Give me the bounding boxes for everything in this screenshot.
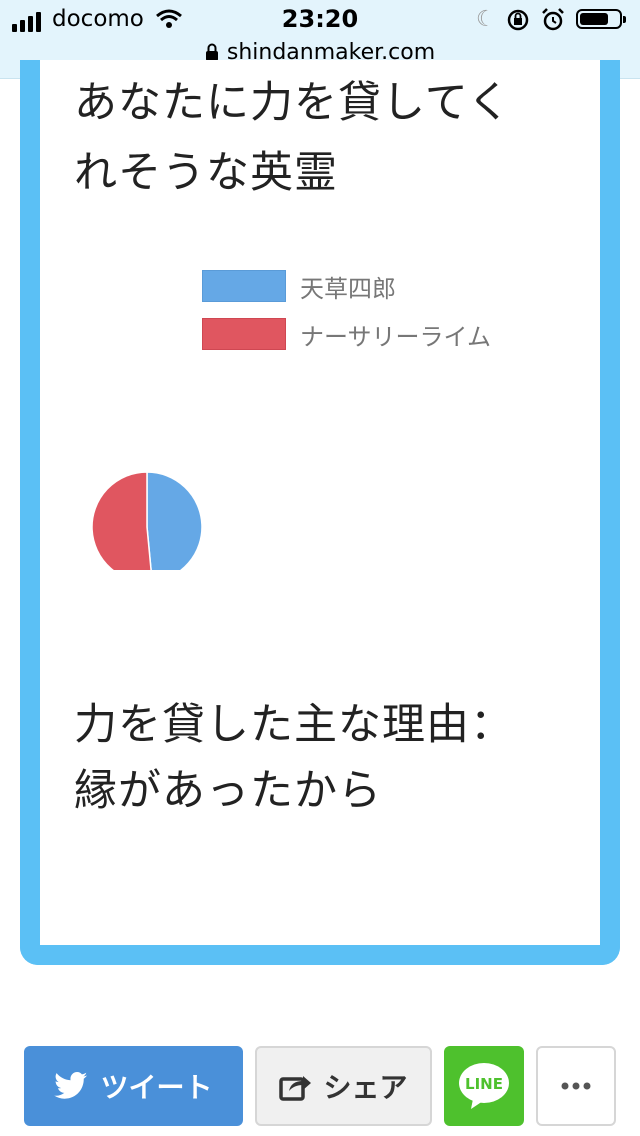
legend-item: ナーサリーライム bbox=[202, 310, 491, 358]
pie-chart bbox=[91, 471, 203, 570]
share-label: シェア bbox=[323, 1071, 408, 1104]
battery-icon bbox=[576, 9, 626, 29]
share-button[interactable]: シェア bbox=[255, 1046, 432, 1126]
line-button[interactable]: LINE bbox=[444, 1046, 524, 1126]
pie-slice-1 bbox=[91, 471, 152, 570]
legend-label: 天草四郎 bbox=[300, 274, 396, 303]
orientation-lock-icon bbox=[506, 8, 530, 36]
more-dots-icon bbox=[561, 1082, 591, 1090]
share-icon bbox=[279, 1076, 312, 1101]
legend-item: 天草四郎 bbox=[202, 262, 491, 310]
tweet-label: ツイート bbox=[100, 1071, 213, 1104]
legend-label: ナーサリーライム bbox=[300, 322, 492, 351]
more-button[interactable] bbox=[536, 1046, 616, 1126]
chart-legend: 天草四郎 ナーサリーライム bbox=[202, 262, 491, 358]
moon-icon: ☾ bbox=[476, 7, 496, 32]
alarm-icon bbox=[541, 8, 565, 36]
result-reason: 力を貸した主な理由：縁があったから bbox=[74, 700, 514, 816]
lock-icon bbox=[205, 43, 218, 61]
legend-swatch bbox=[202, 318, 286, 350]
legend-swatch bbox=[202, 270, 286, 302]
line-icon: LINE bbox=[459, 1063, 509, 1109]
result-title: あなたに力を貸してくれそうな英霊 bbox=[74, 78, 512, 198]
tweet-button[interactable]: ツイート bbox=[24, 1046, 243, 1126]
line-label: LINE bbox=[465, 1075, 503, 1093]
pie-slice-0 bbox=[146, 471, 203, 570]
twitter-bird-icon bbox=[54, 1072, 88, 1099]
